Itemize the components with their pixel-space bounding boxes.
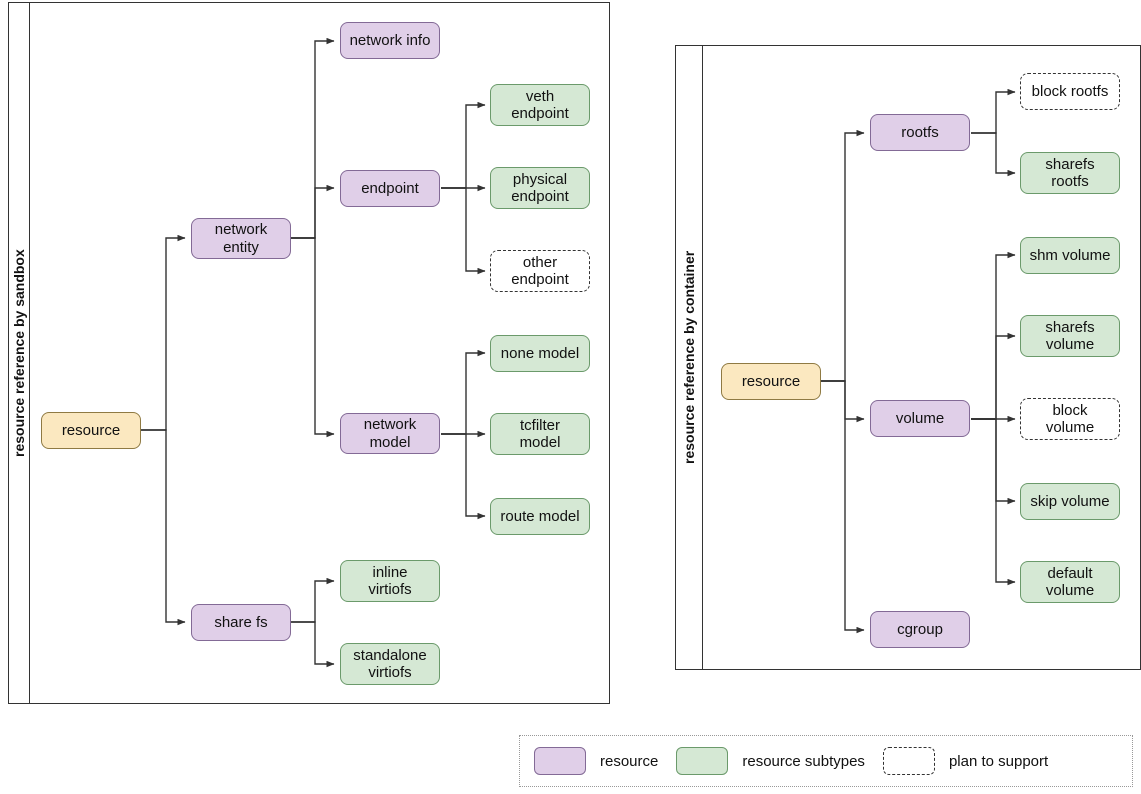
- node-network-model[interactable]: network model: [340, 413, 440, 454]
- node-cgroup[interactable]: cgroup: [870, 611, 970, 648]
- node-network-entity[interactable]: network entity: [191, 218, 291, 259]
- legend-label-resource: resource: [600, 752, 659, 770]
- panel-container-label: resource reference by container: [681, 250, 697, 465]
- panel-container-inner-rule: [702, 45, 703, 670]
- node-rootfs[interactable]: rootfs: [870, 114, 970, 151]
- node-sharefs-rootfs[interactable]: sharefs rootfs: [1020, 152, 1120, 194]
- legend: resource resource subtypes plan to suppo…: [519, 735, 1133, 787]
- node-route-model[interactable]: route model: [490, 498, 590, 535]
- legend-label-plan: plan to support: [948, 752, 1049, 770]
- node-block-rootfs[interactable]: block rootfs: [1020, 73, 1120, 110]
- node-other-endpoint[interactable]: other endpoint: [490, 250, 590, 292]
- node-veth-endpoint[interactable]: veth endpoint: [490, 84, 590, 126]
- node-container-resource[interactable]: resource: [721, 363, 821, 400]
- node-inline-virtiofs[interactable]: inline virtiofs: [340, 560, 440, 602]
- node-block-volume[interactable]: block volume: [1020, 398, 1120, 440]
- legend-label-subtypes: resource subtypes: [742, 752, 865, 770]
- node-shm-volume[interactable]: shm volume: [1020, 237, 1120, 274]
- node-none-model[interactable]: none model: [490, 335, 590, 372]
- node-share-fs[interactable]: share fs: [191, 604, 291, 641]
- panel-sandbox-label: resource reference by sandbox: [11, 249, 27, 457]
- node-sharefs-volume[interactable]: sharefs volume: [1020, 315, 1120, 357]
- node-sandbox-resource[interactable]: resource: [41, 412, 141, 449]
- node-physical-endpoint[interactable]: physical endpoint: [490, 167, 590, 209]
- legend-swatch-plan: [882, 747, 935, 775]
- legend-swatch-resource: [534, 747, 586, 775]
- node-default-volume[interactable]: default volume: [1020, 561, 1120, 603]
- node-volume[interactable]: volume: [870, 400, 970, 437]
- diagram-canvas: resource reference by sandbox resource n…: [0, 0, 1141, 794]
- node-network-info[interactable]: network info: [340, 22, 440, 59]
- node-endpoint[interactable]: endpoint: [340, 170, 440, 207]
- legend-swatch-subtypes: [676, 747, 729, 775]
- node-standalone-virtiofs[interactable]: standalone virtiofs: [340, 643, 440, 685]
- node-tcfilter-model[interactable]: tcfilter model: [490, 413, 590, 455]
- node-skip-volume[interactable]: skip volume: [1020, 483, 1120, 520]
